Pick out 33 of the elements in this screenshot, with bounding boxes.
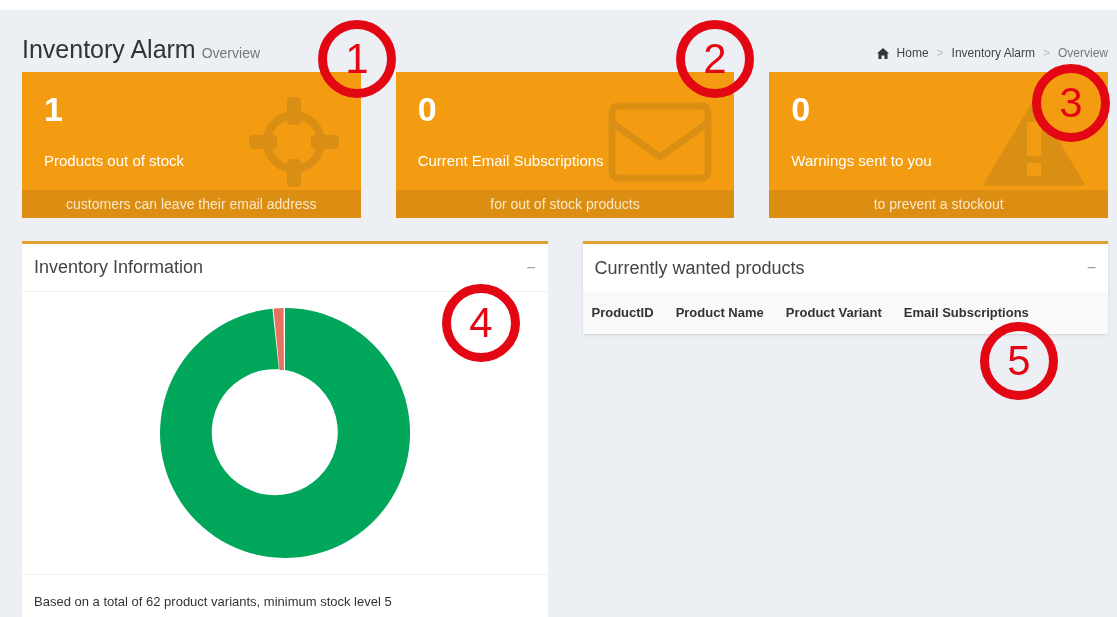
breadcrumb-separator: > <box>936 45 944 62</box>
stat-card-footer: for out of stock products <box>395 190 735 218</box>
breadcrumb-link[interactable]: Inventory Alarm <box>951 44 1035 62</box>
panel-title: Currently wanted products <box>594 256 805 280</box>
home-icon <box>876 47 889 59</box>
stat-value: 0 <box>417 92 438 126</box>
panel-footer-text: Based on a total of 62 product variants, minimum stock level 5 <box>34 594 392 609</box>
column-header: ProductID <box>591 304 654 323</box>
page-subtitle: Overview <box>201 43 261 63</box>
crosshair-icon <box>248 97 339 187</box>
stat-label: Products out of stock <box>44 151 185 171</box>
breadcrumb-link[interactable]: Home <box>896 44 929 62</box>
page-title: Inventory Alarm <box>22 33 196 65</box>
callout-marker: 3 <box>1032 64 1110 142</box>
panel-title: Inventory Information <box>34 256 204 279</box>
stat-value: 1 <box>44 92 64 126</box>
envelope-icon <box>608 102 713 182</box>
column-header: Product Variant <box>785 304 882 323</box>
callout-marker: 2 <box>676 20 754 98</box>
breadcrumb-separator: > <box>1042 45 1050 62</box>
collapse-button[interactable]: − <box>526 255 536 280</box>
callout-marker: 4 <box>442 284 520 362</box>
callout-marker: 1 <box>318 20 396 98</box>
stat-label: Warnings sent to you <box>791 151 932 171</box>
callout-marker: 5 <box>980 322 1058 400</box>
stat-value: 0 <box>791 92 812 126</box>
stat-label: Current Email Subscriptions <box>417 151 604 171</box>
collapse-button[interactable]: − <box>1086 256 1096 280</box>
column-header: Email Subscriptions <box>903 304 1029 323</box>
stat-card-footer: customers can leave their email address <box>22 190 361 218</box>
breadcrumb-link[interactable]: Overview <box>1058 44 1108 62</box>
stat-card-footer: to prevent a stockout <box>769 190 1108 218</box>
column-header: Product Name <box>675 304 764 323</box>
